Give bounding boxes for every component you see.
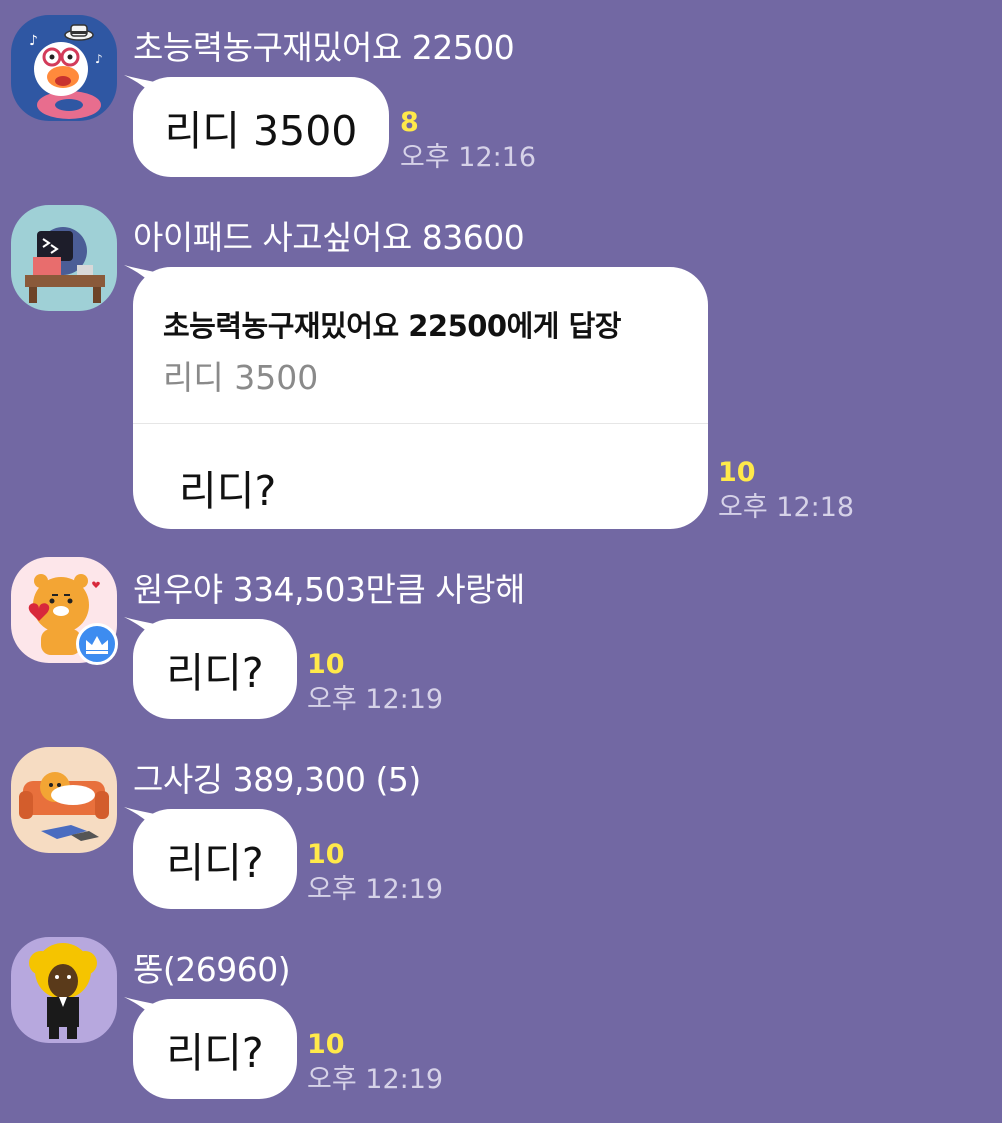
message-meta: 10 오후 12:19	[307, 839, 443, 909]
message-meta: 10 오후 12:19	[307, 1029, 443, 1099]
bear-at-desk-character-icon[interactable]	[11, 205, 117, 311]
lion-on-sofa-character-icon[interactable]	[11, 747, 117, 853]
quoted-message[interactable]: 리디 3500	[163, 351, 318, 399]
message-time: 오후 12:19	[307, 874, 444, 905]
message-meta: 10 오후 12:19	[307, 649, 443, 719]
afro-character-icon[interactable]	[11, 937, 117, 1043]
svg-text:♪: ♪	[95, 52, 103, 66]
message-text: 리디?	[166, 839, 264, 887]
sender-name[interactable]: 똥(26960)	[133, 943, 291, 991]
sender-name[interactable]: 아이패드 사고싶어요 83600	[133, 211, 525, 259]
message-bubble[interactable]: 리디?	[133, 809, 297, 909]
message-time: 오후 12:18	[718, 492, 855, 523]
reply-divider	[133, 423, 708, 424]
sender-name[interactable]: 원우야 334,503만큼 사랑해	[133, 563, 525, 611]
crown-icon	[76, 623, 118, 665]
message-bubble[interactable]: 리디?	[133, 619, 297, 719]
message-text: 리디?	[166, 1029, 264, 1077]
message-text: 리디 3500	[164, 107, 358, 155]
message-text: 리디?	[166, 649, 264, 697]
unread-count: 10	[307, 649, 345, 680]
svg-text:♪: ♪	[29, 33, 38, 49]
duck-character-icon[interactable]: ♪ ♪	[11, 15, 117, 121]
unread-count: 10	[307, 1029, 345, 1060]
message-bubble[interactable]: 리디?	[133, 999, 297, 1099]
unread-count: 10	[307, 839, 345, 870]
sender-name[interactable]: 초능력농구재밌어요 22500	[133, 21, 515, 69]
message-meta: 8 오후 12:16	[400, 107, 536, 177]
sender-name[interactable]: 그사깅 389,300 (5)	[133, 753, 421, 801]
unread-count: 8	[400, 107, 419, 138]
message-time: 오후 12:19	[307, 684, 444, 715]
message-meta: 10 오후 12:18	[718, 457, 854, 527]
message-bubble[interactable]: 리디 3500	[133, 77, 389, 177]
unread-count: 10	[718, 457, 756, 488]
message-text: 리디?	[179, 467, 277, 515]
message-time: 오후 12:16	[400, 142, 537, 173]
reply-message-bubble[interactable]: 초능력농구재밌어요 22500에게 답장 리디 3500 리디?	[133, 267, 708, 529]
message-time: 오후 12:19	[307, 1064, 444, 1095]
reply-header: 초능력농구재밌어요 22500에게 답장	[163, 309, 621, 343]
